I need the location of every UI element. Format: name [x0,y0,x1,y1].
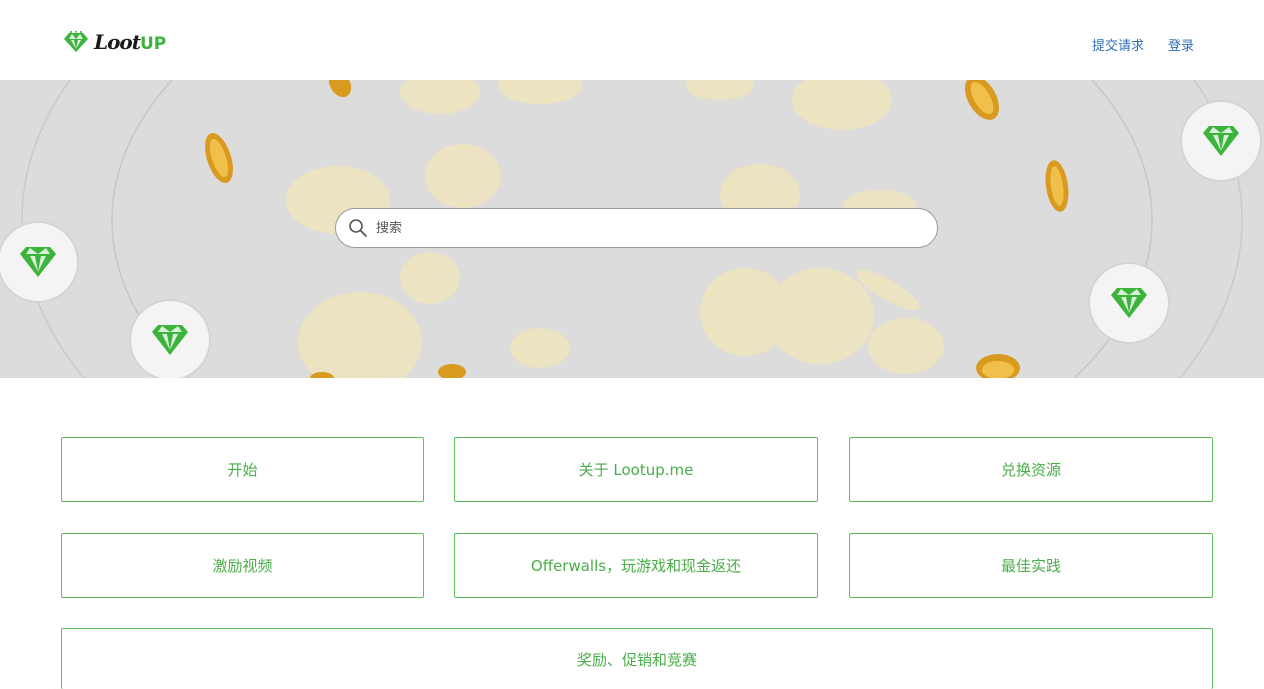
search-input[interactable] [374,212,921,244]
category-rewards-promotions[interactable]: 奖励、促销和竞赛 [61,628,1213,689]
category-offerwalls[interactable]: Offerwalls，玩游戏和现金返还 [454,533,818,598]
category-rewarded-video[interactable]: 激励视频 [61,533,424,598]
search-bar[interactable] [335,208,938,248]
site-header: LootUP 提交请求 登录 [0,0,1264,80]
logo-text: LootUP [94,30,167,54]
diamond-icon [64,31,88,52]
submit-request-link[interactable]: 提交请求 [1092,35,1144,54]
hero-badge-top-right [1180,100,1262,182]
logo[interactable]: LootUP [62,24,166,60]
category-about-lootup[interactable]: 关于 Lootup.me [454,437,818,502]
category-getting-started[interactable]: 开始 [61,437,424,502]
top-nav: 提交请求 登录 [1092,35,1194,54]
hero-badge-bottom-left [129,299,211,378]
hero-badge-left [0,221,79,303]
category-redeem-resources[interactable]: 兑换资源 [849,437,1213,502]
search-icon [349,219,367,237]
hero-badge-right [1088,262,1170,344]
category-best-practices[interactable]: 最佳实践 [849,533,1213,598]
login-link[interactable]: 登录 [1168,35,1194,54]
hero-banner [0,80,1264,378]
